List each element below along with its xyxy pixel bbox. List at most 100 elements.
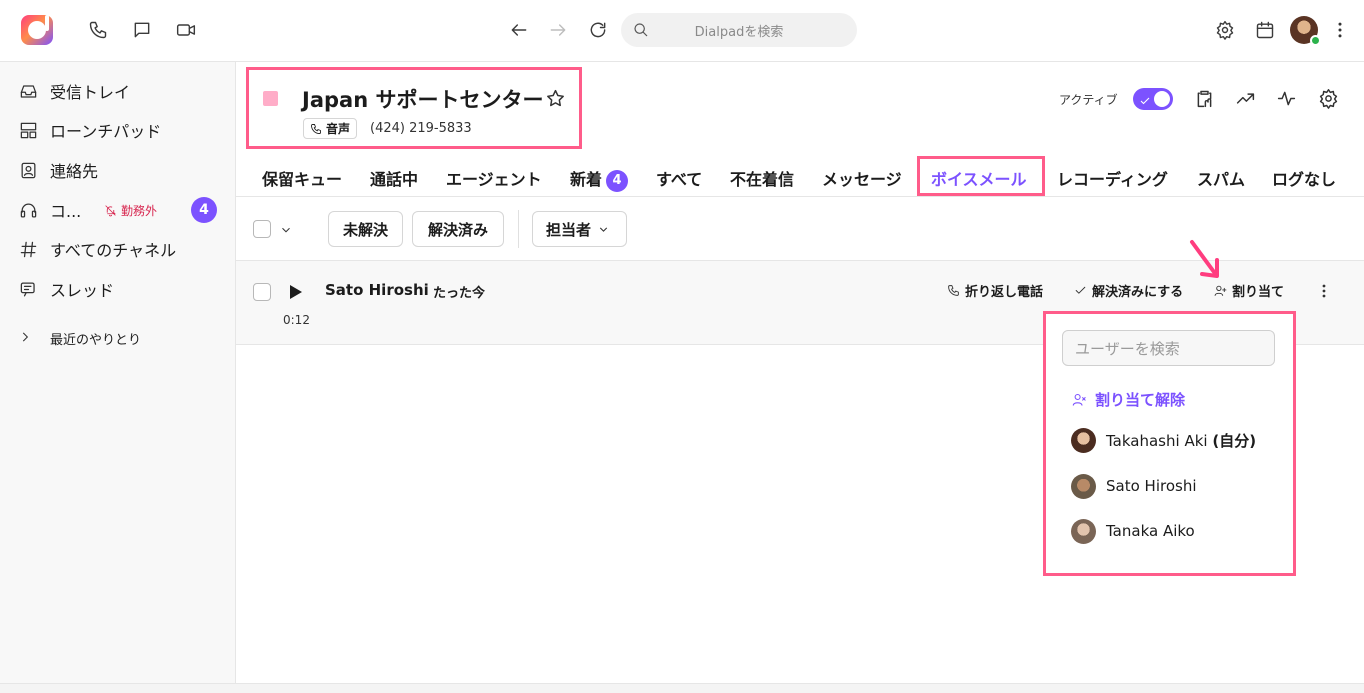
user-option[interactable]: Sato Hiroshi xyxy=(1071,473,1197,499)
tab-on-call[interactable]: 通話中 xyxy=(370,166,418,190)
user-avatar[interactable] xyxy=(1290,16,1321,46)
sidebar-item-label: 連絡先 xyxy=(50,162,99,181)
bell-off-icon xyxy=(105,204,116,216)
assign-button[interactable]: 割り当て xyxy=(1214,281,1284,300)
phone-icon[interactable] xyxy=(87,19,109,41)
sidebar-item-inbox[interactable]: 受信トレイ xyxy=(0,76,236,106)
hash-icon xyxy=(18,239,38,259)
play-icon[interactable] xyxy=(290,284,302,299)
tab-missed[interactable]: 不在着信 xyxy=(730,166,794,190)
contacts-icon xyxy=(18,160,38,180)
assignee-filter-button[interactable]: 担当者 xyxy=(532,211,627,247)
settings-gear-icon[interactable] xyxy=(1214,19,1236,41)
mark-resolved-button[interactable]: 解決済みにする xyxy=(1074,281,1183,300)
recent-activity-label: 最近のやりとり xyxy=(50,333,142,348)
unresolved-filter-button[interactable]: 未解決 xyxy=(328,211,403,247)
video-icon[interactable] xyxy=(175,19,197,41)
forward-arrow-icon[interactable] xyxy=(547,19,569,41)
sidebar-item-label: すべてのチャネル xyxy=(50,241,177,260)
department-settings-icon[interactable] xyxy=(1318,88,1340,110)
user-option[interactable]: Tanaka Aiko xyxy=(1071,518,1195,544)
sidebar: 受信トレイ ローンチパッド 連絡先 コ... 勤務外 4 すべてのチャネル スレ… xyxy=(0,62,236,683)
filter-divider xyxy=(518,210,519,248)
tab-spam[interactable]: スパム xyxy=(1197,166,1245,190)
status-text: 勤務外 xyxy=(121,203,158,218)
user-option[interactable]: Takahashi Aki (自分) xyxy=(1071,427,1256,453)
online-status-dot xyxy=(1310,35,1321,46)
launchpad-icon xyxy=(18,120,38,140)
phone-number: (424) 219-5833 xyxy=(370,121,472,136)
mark-resolved-label: 解決済みにする xyxy=(1092,285,1184,300)
toggle-knob xyxy=(1154,91,1170,107)
voicemail-duration: 0:12 xyxy=(283,313,310,327)
global-search-input[interactable]: Dialpadを検索 xyxy=(621,13,857,47)
sidebar-item-contact-center[interactable]: コ... 勤務外 4 xyxy=(0,195,236,225)
favorite-star-icon[interactable] xyxy=(545,88,566,109)
assignee-filter-label: 担当者 xyxy=(546,220,592,239)
page-title: Japan サポートセンター xyxy=(302,88,544,112)
unassign-button[interactable]: 割り当て解除 xyxy=(1072,389,1185,410)
tab-new-label: 新着 xyxy=(570,170,603,189)
back-arrow-icon[interactable] xyxy=(508,19,530,41)
refresh-icon[interactable] xyxy=(587,19,609,41)
tab-bar: 保留キュー 通話中 エージェント 新着 4 すべて 不在着信 メッセージ ボイスメ… xyxy=(236,155,1364,197)
user-name: Takahashi Aki (自分) xyxy=(1106,431,1257,450)
sidebar-item-label: スレッド xyxy=(50,281,115,300)
sidebar-item-launchpad[interactable]: ローンチパッド xyxy=(0,115,236,145)
department-color-square xyxy=(263,91,278,106)
clipboard-hand-icon[interactable] xyxy=(1194,88,1216,110)
sidebar-item-label: コ... xyxy=(50,202,82,221)
tab-no-log[interactable]: ログなし xyxy=(1272,166,1336,190)
chevron-down-icon[interactable] xyxy=(279,222,293,236)
voicemail-time: たった今 xyxy=(433,286,486,301)
bottom-bar xyxy=(0,683,1364,693)
voicemail-row-checkbox[interactable] xyxy=(253,283,271,301)
off-duty-status: 勤務外 xyxy=(104,202,157,219)
sidebar-item-label: 受信トレイ xyxy=(50,83,131,102)
active-label: アクティブ xyxy=(1059,93,1118,107)
chevron-right-icon xyxy=(22,332,29,342)
callback-label: 折り返し電話 xyxy=(965,285,1044,300)
tab-recordings[interactable]: レコーディング xyxy=(1057,166,1168,190)
phone-icon xyxy=(311,123,321,134)
user-search-input[interactable]: ユーザーを検索 xyxy=(1062,330,1275,366)
select-all-checkbox[interactable] xyxy=(253,220,271,238)
message-icon[interactable] xyxy=(131,19,153,41)
more-options-icon[interactable] xyxy=(1329,19,1351,41)
headset-icon xyxy=(18,200,38,220)
active-toggle[interactable] xyxy=(1133,88,1173,110)
tab-agents[interactable]: エージェント xyxy=(446,166,542,190)
sidebar-item-all-channels[interactable]: すべてのチャネル xyxy=(0,234,236,264)
unread-count-badge: 4 xyxy=(191,197,217,223)
annotation-arrow-icon xyxy=(1186,238,1226,282)
user-search-placeholder: ユーザーを検索 xyxy=(1075,339,1180,358)
avatar xyxy=(1071,518,1096,544)
caller-name[interactable]: Sato Hiroshi xyxy=(325,281,429,299)
assign-label: 割り当て xyxy=(1232,285,1285,300)
tab-messages[interactable]: メッセージ xyxy=(822,166,902,190)
avatar xyxy=(1071,473,1096,499)
user-name: Sato Hiroshi xyxy=(1106,477,1197,495)
tab-all[interactable]: すべて xyxy=(656,166,702,190)
sidebar-item-threads[interactable]: スレッド xyxy=(0,274,236,304)
row-more-options-icon[interactable] xyxy=(1316,283,1332,299)
avatar xyxy=(1071,427,1096,453)
voicemail-tab-highlight xyxy=(917,156,1045,196)
recent-activity-toggle[interactable]: 最近のやりとり xyxy=(18,330,141,348)
dialpad-logo[interactable] xyxy=(21,15,53,45)
search-placeholder: Dialpadを検索 xyxy=(694,24,784,40)
check-icon xyxy=(1139,92,1151,105)
sidebar-item-contacts[interactable]: 連絡先 xyxy=(0,155,236,185)
calendar-icon[interactable] xyxy=(1254,19,1276,41)
voice-channel-tag: 音声 xyxy=(303,118,358,139)
trending-up-icon[interactable] xyxy=(1235,88,1257,110)
threads-icon xyxy=(18,279,38,299)
top-bar: Dialpadを検索 xyxy=(0,0,1364,62)
tab-hold-queue[interactable]: 保留キュー xyxy=(262,166,342,190)
check-icon xyxy=(1075,286,1086,294)
resolved-filter-button[interactable]: 解決済み xyxy=(412,211,504,247)
callback-button[interactable]: 折り返し電話 xyxy=(947,281,1043,300)
activity-pulse-icon[interactable] xyxy=(1276,88,1298,110)
phone-icon xyxy=(948,285,959,296)
tab-new[interactable]: 新着 4 xyxy=(570,166,629,192)
